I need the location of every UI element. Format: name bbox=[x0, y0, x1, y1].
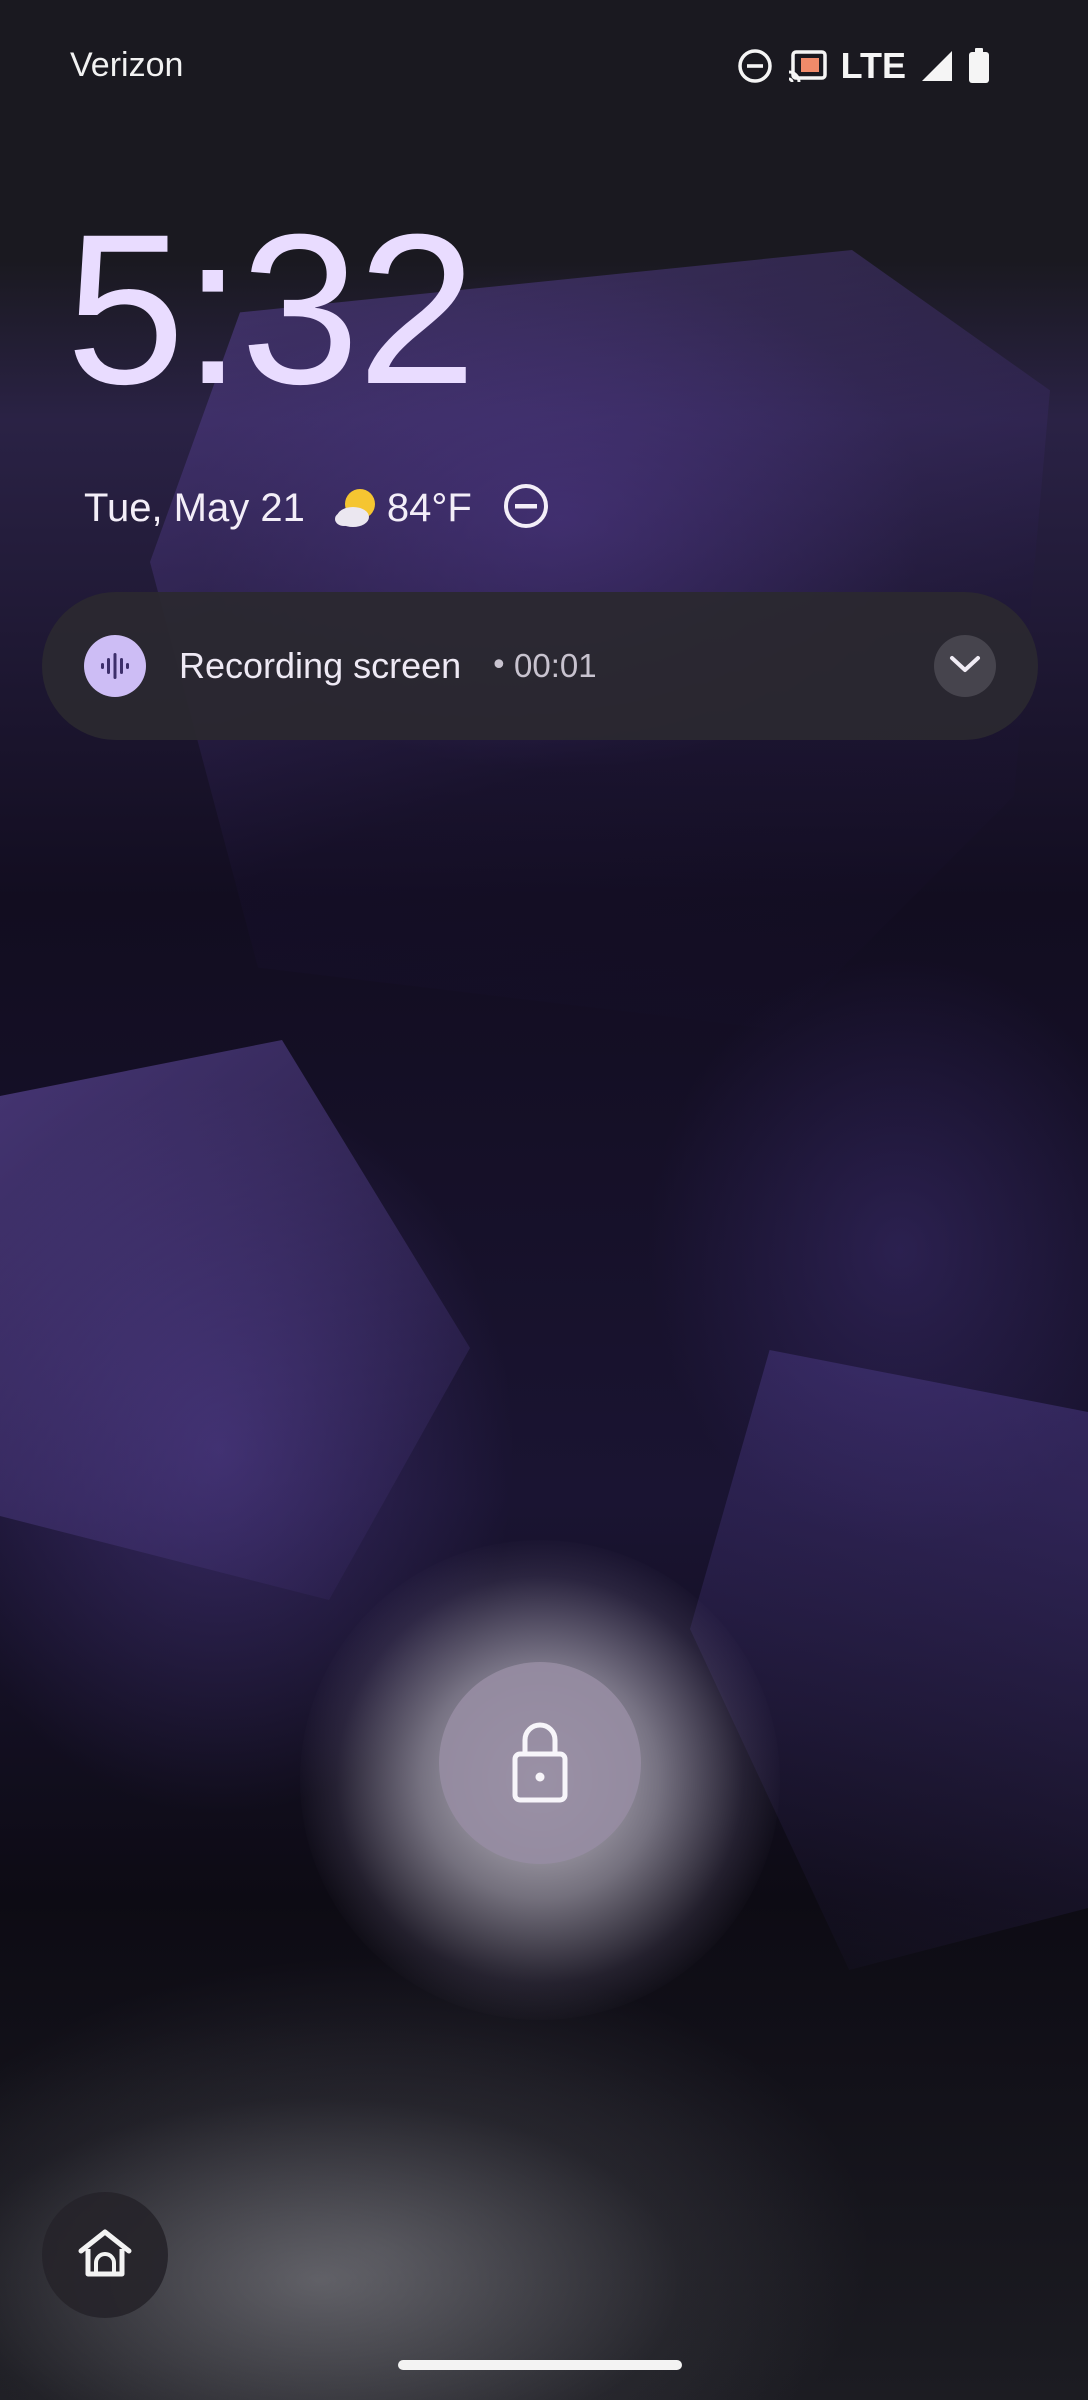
expand-notification-button[interactable] bbox=[934, 635, 996, 697]
status-icons: LTE bbox=[737, 44, 990, 88]
date-weather-row[interactable]: Tue, May 21 84°F bbox=[84, 478, 550, 538]
temperature: 84°F bbox=[386, 485, 472, 530]
chevron-down-icon bbox=[948, 654, 982, 678]
carrier-name: Verizon bbox=[70, 46, 184, 84]
do-not-disturb-icon bbox=[502, 482, 550, 534]
sound-wave-icon bbox=[84, 635, 146, 697]
gesture-navigation-handle[interactable] bbox=[398, 2360, 682, 2370]
network-type: LTE bbox=[840, 45, 906, 86]
notification-separator: • bbox=[490, 648, 508, 683]
status-bar: Verizon LTE bbox=[0, 0, 1088, 132]
wallpaper-rocks bbox=[0, 2000, 1088, 2400]
notification-title: Recording screen bbox=[179, 645, 462, 686]
date-label: Tue, May 21 bbox=[84, 485, 305, 530]
battery-icon bbox=[968, 48, 990, 84]
lock-icon bbox=[510, 1718, 570, 1808]
recording-notification[interactable]: Recording screen • 00:01 bbox=[42, 592, 1038, 740]
do-not-disturb-icon bbox=[737, 48, 773, 84]
partly-sunny-icon bbox=[333, 483, 383, 533]
wallpaper-crystal bbox=[0, 1040, 470, 1600]
recording-elapsed-time: 00:01 bbox=[514, 647, 597, 684]
home-controls-shortcut[interactable] bbox=[42, 2192, 168, 2318]
lock-screen: Verizon LTE 5:32 Tue, May 21 84°F Record… bbox=[0, 0, 1088, 2400]
cast-icon bbox=[787, 49, 827, 83]
unlock-button[interactable] bbox=[439, 1662, 641, 1864]
signal-icon bbox=[920, 49, 954, 83]
home-icon bbox=[77, 2227, 133, 2283]
clock: 5:32 bbox=[66, 190, 477, 429]
